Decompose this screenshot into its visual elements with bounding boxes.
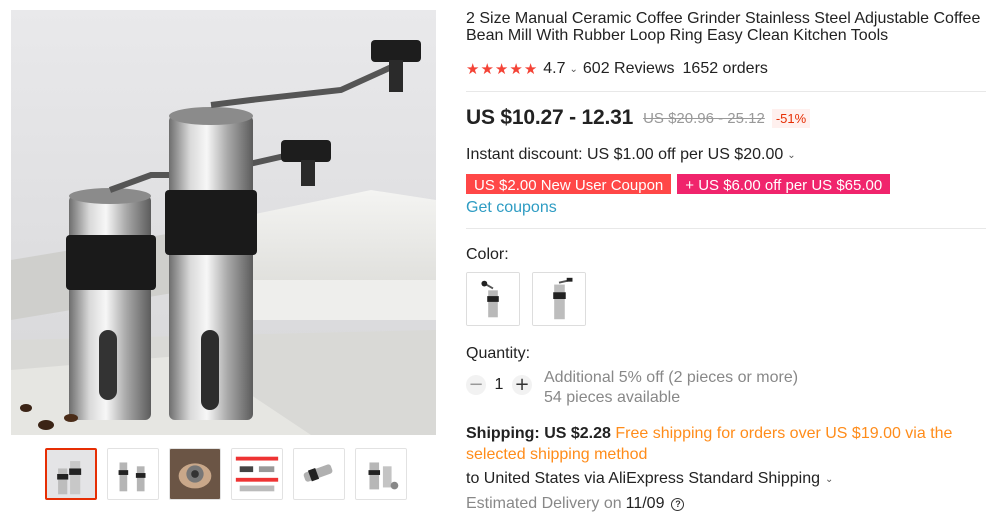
shipping-info: Shipping: US $2.28 Free shipping for ord…	[466, 423, 986, 465]
current-price: US $10.27 - 12.31	[466, 106, 634, 129]
estimated-delivery-date: 11/09	[625, 495, 665, 512]
quantity-input[interactable]: 1	[486, 376, 512, 394]
color-option-small[interactable]	[466, 272, 520, 326]
divider	[466, 228, 986, 229]
stock-available: 54 pieces available	[544, 389, 681, 406]
coupon-list: US $2.00 New User Coupon + US $6.00 off …	[466, 174, 891, 194]
grinder-pair-thumb-icon	[47, 450, 95, 498]
chevron-down-icon[interactable]: ⌄	[825, 474, 833, 485]
price-row: US $10.27 - 12.31 US $20.96 - 25.12 -51%	[466, 106, 811, 130]
new-user-coupon[interactable]: US $2.00 New User Coupon	[466, 174, 672, 194]
star-icon: ★	[480, 60, 494, 78]
product-info: 2 Size Manual Ceramic Coffee Grinder Sta…	[466, 10, 986, 79]
quantity-notes: Additional 5% off (2 pieces or more) 54 …	[544, 368, 798, 408]
decrease-quantity-button[interactable]: −	[466, 375, 486, 395]
thumbnail-1[interactable]	[45, 448, 97, 500]
rating-value[interactable]: 4.7	[543, 60, 565, 78]
help-icon[interactable]: ?	[671, 497, 685, 511]
large-grinder-option-icon	[533, 273, 585, 325]
get-coupons-link[interactable]: Get coupons	[466, 199, 557, 217]
coffee-grinder-photo-icon: AREY	[11, 10, 436, 435]
star-icon: ★	[509, 60, 523, 78]
discount-badge: -51%	[771, 108, 811, 128]
orders-count: 1652 orders	[682, 60, 768, 77]
star-icon: ★	[494, 60, 509, 78]
shipping-cost: Shipping: US $2.28	[466, 425, 611, 442]
chevron-down-icon[interactable]: ⌄	[570, 64, 578, 75]
star-icon: ★	[523, 60, 538, 78]
grinder-components-thumb-icon	[356, 449, 406, 499]
thumbnail-4[interactable]	[231, 448, 283, 500]
grinder-parts-thumb-icon	[108, 449, 158, 499]
estimated-delivery: Estimated Delivery on 11/09 ?	[466, 495, 685, 513]
small-grinder-option-icon	[467, 273, 519, 325]
star-icon: ★	[466, 60, 480, 78]
thumbnail-3[interactable]	[169, 448, 221, 500]
color-label: Color:	[466, 246, 509, 263]
store-coupon[interactable]: + US $6.00 off per US $65.00	[677, 174, 891, 194]
shipping-method: to United States via AliExpress Standard…	[466, 470, 820, 487]
thumbnail-2[interactable]	[107, 448, 159, 500]
quantity-label: Quantity:	[466, 345, 531, 362]
instant-discount-text: Instant discount: US $1.00 off per US $2…	[466, 146, 784, 163]
color-option-large[interactable]	[532, 272, 586, 326]
instant-discount[interactable]: Instant discount: US $1.00 off per US $2…	[466, 146, 801, 164]
original-price: US $20.96 - 25.12	[643, 109, 765, 127]
estimated-delivery-label: Estimated Delivery on	[466, 495, 622, 512]
grinder-in-hand-thumb-icon	[170, 449, 220, 499]
star-rating[interactable]: ★ ★ ★ ★ ★	[466, 61, 537, 77]
quantity-stepper: − 1 + Additional 5% off (2 pieces or mor…	[466, 368, 798, 408]
thumbnail-5[interactable]	[293, 448, 345, 500]
reviews-link[interactable]: 602 Reviews	[583, 60, 675, 78]
chevron-down-icon[interactable]: ⌄	[787, 150, 795, 161]
main-product-image[interactable]: AREY	[11, 10, 436, 435]
color-options	[466, 272, 586, 326]
rating-row: ★ ★ ★ ★ ★ 4.7 ⌄ 602 Reviews 1652 orders	[466, 59, 986, 79]
thumbnail-strip	[45, 448, 407, 500]
shipping-destination[interactable]: to United States via AliExpress Standard…	[466, 470, 838, 488]
size-chart-thumb-icon	[232, 449, 282, 499]
bulk-discount-note: Additional 5% off (2 pieces or more)	[544, 369, 799, 386]
increase-quantity-button[interactable]: +	[512, 375, 532, 395]
thumbnail-6[interactable]	[355, 448, 407, 500]
product-title: 2 Size Manual Ceramic Coffee Grinder Sta…	[466, 10, 981, 44]
grinder-lying-thumb-icon	[294, 449, 344, 499]
divider	[466, 91, 986, 92]
